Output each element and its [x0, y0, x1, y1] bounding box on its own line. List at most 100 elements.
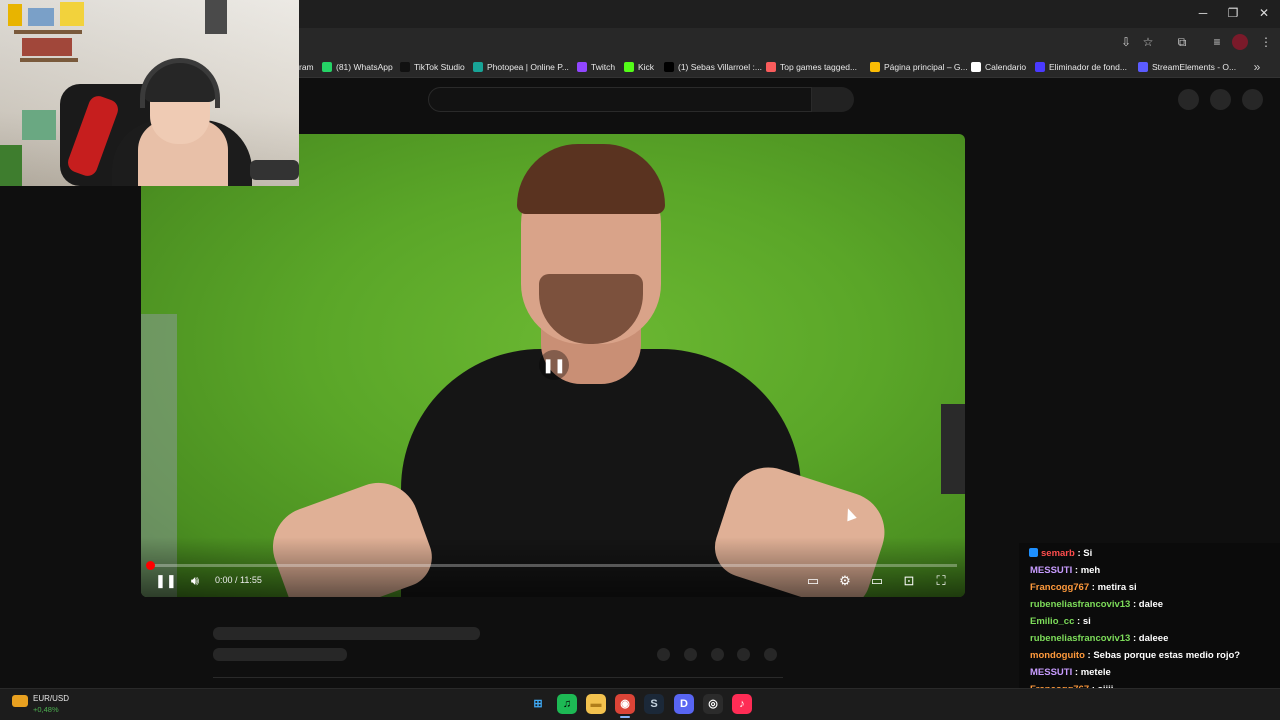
chat-text: Si: [1083, 548, 1093, 559]
chat-username[interactable]: Emilio_cc: [1030, 616, 1074, 627]
bookmark-item[interactable]: Top games tagged...: [766, 59, 857, 75]
menu-kebab-icon[interactable]: ⋮: [1257, 34, 1275, 50]
background-prop: [941, 404, 965, 494]
fullscreen-icon[interactable]: ⛶: [931, 572, 951, 590]
subtitles-icon[interactable]: ▭: [803, 572, 823, 590]
chat-message: MESSUTI : meh: [1030, 565, 1100, 576]
bookmark-favicon-icon: [1138, 62, 1148, 72]
shelf-item: [60, 2, 84, 26]
bookmark-item[interactable]: (81) WhatsApp: [322, 59, 393, 75]
close-button[interactable]: ✕: [1253, 4, 1275, 22]
chat-message: Francogg767 : metira si: [1030, 582, 1137, 593]
title-skeleton: [213, 627, 480, 640]
channel-skeleton: [213, 648, 347, 661]
obs-icon[interactable]: ◎: [703, 694, 723, 714]
progress-scrubber[interactable]: [146, 561, 155, 570]
bookmark-label: (81) WhatsApp: [336, 62, 393, 72]
chat-separator: :: [1130, 633, 1139, 644]
chat-text: Sebas porque estas medio rojo?: [1093, 650, 1241, 661]
shelf-figure: [8, 4, 22, 26]
extensions-icon[interactable]: ⧉: [1173, 34, 1191, 50]
bookmark-favicon-icon: [664, 62, 674, 72]
install-app-icon[interactable]: ⇩: [1117, 34, 1135, 50]
chat-username[interactable]: rubeneliasfrancoviv13: [1030, 599, 1130, 610]
bookmarks-overflow-icon[interactable]: »: [1248, 59, 1266, 75]
bookmark-item[interactable]: Twitch: [577, 59, 615, 75]
center-pause-icon[interactable]: ❚❚: [539, 350, 569, 380]
chat-username[interactable]: semarb: [1041, 548, 1075, 559]
chat-separator: :: [1072, 667, 1081, 678]
notifications-icon[interactable]: [1210, 89, 1231, 110]
profile-avatar[interactable]: [1232, 34, 1248, 50]
chat-separator: :: [1074, 616, 1083, 627]
desk-item: [22, 110, 56, 140]
bookmark-item[interactable]: ram: [299, 59, 314, 75]
search-input[interactable]: [428, 87, 812, 112]
cast-icon[interactable]: ⊡: [899, 572, 919, 590]
chat-text: daleee: [1138, 633, 1169, 644]
chat-username[interactable]: rubeneliasfrancoviv13: [1030, 633, 1130, 644]
bookmark-item[interactable]: StreamElements - O...: [1138, 59, 1236, 75]
bookmark-label: StreamElements - O...: [1152, 62, 1237, 72]
pause-button[interactable]: ❚❚: [155, 572, 177, 590]
bookmark-item[interactable]: Eliminador de fond...: [1035, 59, 1127, 75]
chat-message: semarb : Si: [1041, 548, 1092, 559]
tiktok-icon[interactable]: ♪: [732, 694, 752, 714]
chat-message: rubeneliasfrancoviv13 : daleee: [1030, 633, 1168, 644]
chat-separator: :: [1072, 565, 1081, 576]
chat-username[interactable]: MESSUTI: [1030, 667, 1072, 678]
volume-icon[interactable]: 🔊︎: [185, 572, 205, 590]
spotify-icon[interactable]: ♫: [557, 694, 577, 714]
bookmark-item[interactable]: Página principal – G...: [870, 59, 968, 75]
progress-bar[interactable]: [150, 564, 957, 567]
bookmark-label: Eliminador de fond...: [1049, 62, 1127, 72]
bookmark-label: Twitch: [591, 62, 616, 72]
settings-gear-icon[interactable]: ⚙: [835, 572, 855, 590]
bookmark-item[interactable]: Calendario: [971, 59, 1026, 75]
chat-separator: :: [1089, 582, 1098, 593]
bookmark-label: Calendario: [985, 62, 1027, 72]
shelf-item: [22, 38, 72, 56]
bookmark-label: (1) Sebas Villarroel :...: [678, 62, 762, 72]
bookmark-star-icon[interactable]: ☆: [1139, 34, 1157, 50]
search-button[interactable]: [812, 87, 854, 112]
action-skeleton: [684, 648, 697, 661]
active-app-indicator: [620, 716, 630, 718]
bookmark-item[interactable]: Photopea | Online P...: [473, 59, 569, 75]
minimize-button[interactable]: ─: [1192, 4, 1214, 22]
chat-username[interactable]: Francogg767: [1030, 582, 1089, 593]
file-explorer-icon[interactable]: ▬: [586, 694, 606, 714]
chat-text: metira si: [1097, 582, 1137, 593]
discord-icon[interactable]: D: [674, 694, 694, 714]
bookmark-item[interactable]: (1) Sebas Villarroel :...: [664, 59, 762, 75]
chat-text: metele: [1080, 667, 1111, 678]
wall-shelf: [20, 58, 78, 62]
bookmark-favicon-icon: [473, 62, 483, 72]
account-avatar[interactable]: [1242, 89, 1263, 110]
bookmark-item[interactable]: Kick: [624, 59, 654, 75]
chat-username[interactable]: MESSUTI: [1030, 565, 1072, 576]
steam-icon[interactable]: S: [644, 694, 664, 714]
bookmark-label: ram: [299, 62, 314, 72]
chat-message: Emilio_cc : si: [1030, 616, 1091, 627]
chat-username[interactable]: mondoguito: [1030, 650, 1085, 661]
bookmark-favicon-icon: [577, 62, 587, 72]
presenter-hair: [517, 144, 665, 214]
microphone-arm: [250, 160, 299, 180]
ticker-name[interactable]: EUR/USD: [33, 694, 69, 703]
bookmark-label: Top games tagged...: [780, 62, 858, 72]
restore-button[interactable]: ❐: [1222, 4, 1244, 22]
bookmark-favicon-icon: [870, 62, 880, 72]
wall-poster: [205, 0, 227, 34]
bookmark-item[interactable]: TikTok Studio: [400, 59, 465, 75]
windows-start-icon[interactable]: ⊞: [528, 694, 548, 714]
bookmark-favicon-icon: [1035, 62, 1045, 72]
create-icon[interactable]: [1178, 89, 1199, 110]
theater-mode-icon[interactable]: ▭: [867, 572, 887, 590]
media-controls-icon[interactable]: ≡: [1208, 34, 1226, 50]
chrome-icon[interactable]: ◉: [615, 694, 635, 714]
chat-text: meh: [1080, 565, 1101, 576]
ticker-icon[interactable]: [12, 695, 28, 707]
action-skeleton: [711, 648, 724, 661]
bookmark-favicon-icon: [624, 62, 634, 72]
